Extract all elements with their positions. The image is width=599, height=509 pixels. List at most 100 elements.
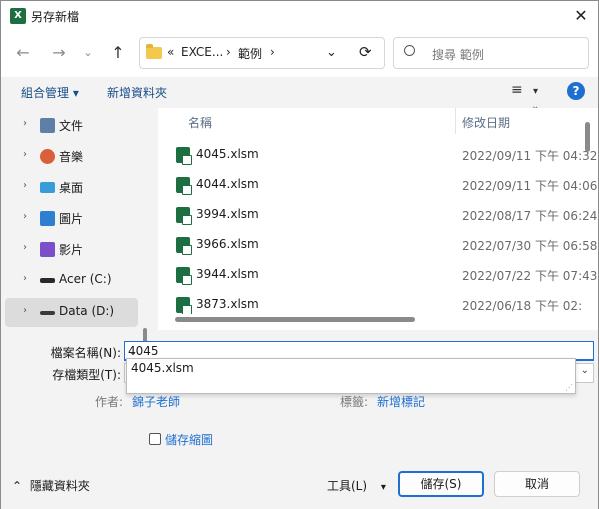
navigation-bar: ← → ⌄ ↑ « EXCE... › 範例 › ⌄ ⟳ 搜尋 範例 [1,32,598,77]
music-icon [40,149,55,164]
file-name: 4044.xlsm [196,177,259,191]
excel-file-icon [176,177,192,195]
sidebar-item-videos[interactable]: › 影片 [5,235,138,264]
tags-value[interactable]: 新增標記 [377,393,425,410]
file-date: 2022/09/11 下午 04:32 [462,149,598,163]
tools-dropdown-icon: ▾ [380,482,386,493]
view-options-icon[interactable]: ≡ [511,82,523,98]
file-list: 名稱 修改日期 4045.xlsm 2022/09/11 下午 04:32 40… [158,108,598,330]
file-date: 2022/07/30 下午 06:58 [462,239,598,253]
breadcrumb-excel[interactable]: EXCE... [181,45,223,59]
hide-folders-button[interactable]: ⌃ 隱藏資料夾 [12,477,90,494]
chevron-right-icon[interactable]: › [23,118,27,129]
sidebar-item-music[interactable]: › 音樂 [5,142,138,171]
filename-label: 檔案名稱(N): [50,346,121,360]
author-value[interactable]: 錦子老師 [132,393,180,410]
file-date: 2022/07/22 下午 07:43 [462,269,598,283]
sidebar-item-label: Acer (C:) [59,272,112,286]
file-name: 3944.xlsm [196,267,259,281]
chevron-right-icon[interactable]: › [23,180,27,191]
chevron-up-icon: ⌃ [12,479,23,493]
table-row[interactable]: 4045.xlsm 2022/09/11 下午 04:32 [158,140,597,170]
file-date: 2022/06/18 下午 02:03 [462,299,582,313]
excel-file-icon [176,297,192,314]
excel-file-icon [176,147,192,165]
chevron-right-icon[interactable]: › [23,149,27,160]
dialog-footer: ⌃ 隱藏資料夾 工具(L) ▾ 儲存(S) 取消 [1,459,598,509]
sidebar-item-desktop[interactable]: › 桌面 [5,173,138,202]
table-row[interactable]: 3966.xlsm 2022/07/30 下午 06:58 [158,230,597,260]
help-icon[interactable]: ? [567,82,585,100]
autocomplete-item[interactable]: 4045.xlsm [131,361,194,375]
table-row[interactable]: 3873.xlsm 2022/06/18 下午 02:03 [158,290,582,314]
address-bar[interactable]: « EXCE... › 範例 › ⌄ ⟳ [139,37,385,69]
filetype-label: 存檔類型(T): [52,368,121,382]
chevron-down-icon[interactable]: ⌄ [581,365,589,376]
column-header-modified[interactable]: 修改日期 [462,114,510,131]
chevron-down-icon[interactable]: ⌄ [128,344,589,358]
new-folder-button[interactable]: 新增資料夾 [107,84,167,101]
sidebar-item-label: 桌面 [59,181,84,195]
command-bar: 組合管理 ▾ 新增資料夾 ≡ ▾ ⌄ ? [1,77,598,112]
sidebar-item-pictures[interactable]: › 圖片 [5,204,138,233]
videos-icon [40,242,55,257]
save-button[interactable]: 儲存(S) [398,471,484,497]
breadcrumb-separator: › [226,45,231,59]
breadcrumb-examples[interactable]: 範例 [238,45,262,62]
cancel-button[interactable]: 取消 [494,471,580,497]
vertical-scrollbar[interactable] [585,122,590,152]
up-arrow-icon[interactable]: ↑ [106,42,130,64]
title-bar: X 另存新檔 ✕ [1,1,598,32]
file-date: 2022/09/11 下午 04:06 [462,179,598,193]
sidebar-item-label: 文件 [59,119,84,133]
chevron-right-icon[interactable]: › [23,211,27,222]
sidebar-item-label: 影片 [59,243,84,257]
excel-file-icon [176,207,192,225]
save-as-dialog: X 另存新檔 ✕ ← → ⌄ ↑ « EXCE... › 範例 › ⌄ ⟳ 搜尋… [0,0,599,509]
table-row[interactable]: 3944.xlsm 2022/07/22 下午 07:43 [158,260,597,290]
recent-locations-icon[interactable]: ⌄ [76,42,100,64]
pictures-icon [40,211,55,226]
tools-button[interactable]: 工具(L) ▾ [327,477,386,494]
sidebar-item-drive-d[interactable]: › Data (D:) [5,298,138,327]
back-arrow-icon[interactable]: ← [11,42,35,64]
resize-grip-icon[interactable]: ⋰ [565,383,573,392]
hide-folders-label: 隱藏資料夾 [29,479,90,493]
sidebar-item-label: 音樂 [59,150,84,164]
navigation-pane: › 文件 › 音樂 › 桌面 › 圖片 › 影片 › Acer (C:) › D… [1,108,151,378]
view-dropdown-icon[interactable]: ▾ [533,86,538,97]
tools-label: 工具(L) [327,479,368,493]
table-row[interactable]: 4044.xlsm 2022/09/11 下午 04:06 [158,170,597,200]
chevron-right-icon[interactable]: › [23,273,27,284]
breadcrumb-overflow[interactable]: « [167,45,174,59]
refresh-icon[interactable]: ⟳ [359,43,372,61]
column-header-name[interactable]: 名稱 [188,114,212,131]
address-dropdown-icon[interactable]: ⌄ [326,45,337,60]
save-thumbnail-checkbox[interactable] [149,433,161,445]
folder-icon [146,44,162,59]
author-label: 作者: [95,395,124,409]
close-icon[interactable]: ✕ [569,5,593,27]
autocomplete-dropdown: 4045.xlsm ⋰ [126,358,576,394]
breadcrumb-separator: › [270,45,275,59]
sidebar-item-drive-c[interactable]: › Acer (C:) [5,266,138,295]
documents-icon [40,118,55,133]
organize-button[interactable]: 組合管理 ▾ [21,84,79,101]
file-name: 3966.xlsm [196,237,259,251]
file-date: 2022/08/17 下午 06:24 [462,209,598,223]
search-icon [404,45,415,56]
tags-label: 標籤: [340,395,369,409]
chevron-right-icon[interactable]: › [23,305,27,316]
file-name: 4045.xlsm [196,147,259,161]
forward-arrow-icon[interactable]: → [47,42,71,64]
desktop-icon [40,182,55,193]
table-row[interactable]: 3994.xlsm 2022/08/17 下午 06:24 [158,200,597,230]
sidebar-item-documents[interactable]: › 文件 [5,111,138,140]
organize-arrow-icon: ▾ [72,86,79,100]
horizontal-scrollbar[interactable] [175,317,415,322]
search-placeholder: 搜尋 範例 [432,48,484,62]
chevron-right-icon[interactable]: › [23,242,27,253]
search-box[interactable]: 搜尋 範例 [393,37,589,69]
column-divider[interactable] [455,108,456,134]
save-thumbnail-label[interactable]: 儲存縮圖 [165,431,213,448]
